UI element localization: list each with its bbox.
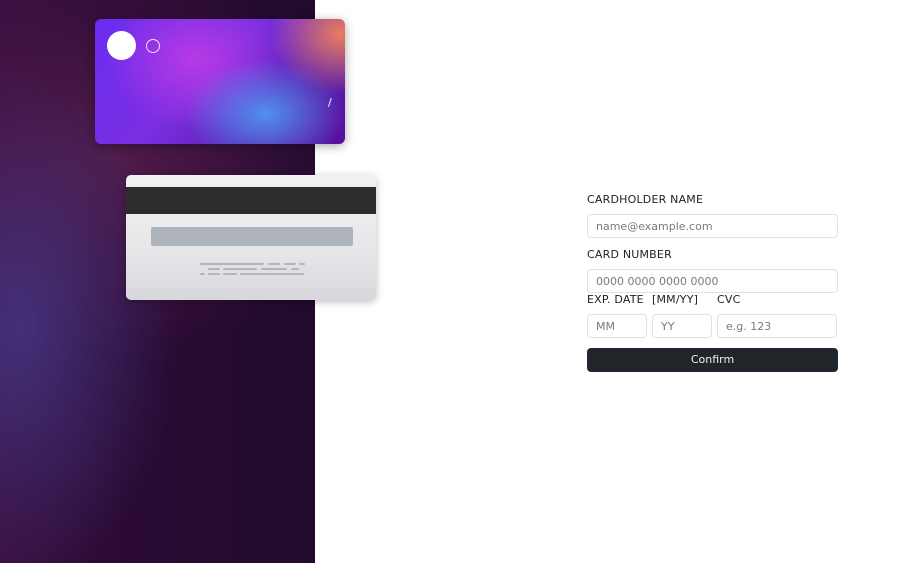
card-front-preview: / [95,19,345,144]
cvc-input[interactable] [717,314,837,338]
card-back-preview [126,175,376,300]
card-back-text-line [223,273,237,275]
payment-form: CARDHOLDER NAME CARD NUMBER EXP. DATE [M… [587,193,838,372]
cardholder-name-input[interactable] [587,214,838,238]
signature-strip [151,227,353,246]
card-back-text-line [200,273,205,275]
card-back-text-line [223,268,257,270]
exp-month-input[interactable] [587,314,647,338]
card-back-text-line [200,263,264,265]
exp-year-input[interactable] [652,314,712,338]
card-logo-outline-circle [146,39,160,53]
card-number-input[interactable] [587,269,838,293]
card-expiry-separator: / [328,96,332,109]
cardholder-label: CARDHOLDER NAME [587,193,704,206]
confirm-button[interactable]: Confirm [587,348,838,372]
exp-format-label: [MM/YY] [652,293,699,306]
card-back-text-line [291,268,299,270]
card-logo-filled-circle [107,31,136,60]
card-back-text-line [208,268,220,270]
exp-date-label: EXP. DATE [587,293,644,306]
card-back-text-line [268,263,280,265]
card-back-text-line [284,263,296,265]
card-back-text-line [240,273,304,275]
card-number-label: CARD NUMBER [587,248,672,261]
card-back-text-line [299,263,305,265]
magnetic-stripe [126,187,376,214]
card-back-text-line [208,273,220,275]
cvc-label: CVC [717,293,741,306]
card-back-text-line [261,268,287,270]
